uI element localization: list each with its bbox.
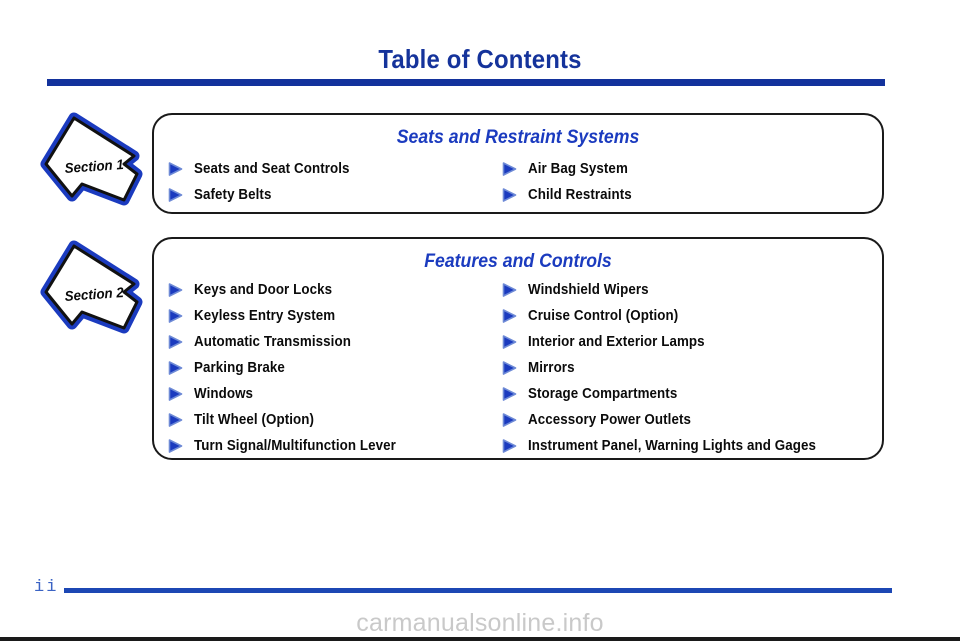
triangle-right-icon	[168, 439, 183, 453]
toc-item[interactable]: Accessory Power Outlets	[502, 407, 874, 433]
toc-item-label: Turn Signal/Multifunction Lever	[194, 438, 396, 454]
toc-item-label: Keyless Entry System	[194, 308, 336, 324]
toc-item[interactable]: Interior and Exterior Lamps	[502, 329, 874, 355]
section-2-right-column: Windshield Wipers Cruise Control (Option…	[474, 277, 874, 459]
section-1-left-column: Seats and Seat Controls Safety Belts	[154, 156, 474, 208]
section-2-title: Features and Controls	[424, 251, 612, 272]
toc-item-label: Mirrors	[528, 360, 575, 376]
triangle-right-icon	[168, 413, 183, 427]
toc-item[interactable]: Windows	[168, 381, 474, 407]
toc-item-label: Interior and Exterior Lamps	[528, 334, 705, 350]
toc-item-label: Safety Belts	[194, 187, 272, 203]
arrow-banner-icon	[40, 240, 143, 334]
page-number: ii	[34, 578, 59, 597]
toc-item[interactable]: Child Restraints	[502, 182, 874, 208]
section-1-box: Seats and Restraint Systems Seats and Se…	[152, 113, 884, 214]
toc-item[interactable]: Seats and Seat Controls	[168, 156, 474, 182]
toc-item-label: Cruise Control (Option)	[528, 308, 679, 324]
watermark-text: carmanualsonline.info	[356, 609, 604, 637]
toc-item[interactable]: Turn Signal/Multifunction Lever	[168, 433, 474, 459]
toc-item-label: Storage Compartments	[528, 386, 678, 402]
triangle-right-icon	[502, 361, 517, 375]
triangle-right-icon	[502, 162, 517, 176]
toc-item[interactable]: Mirrors	[502, 355, 874, 381]
bottom-bar	[0, 637, 960, 641]
section-1-right-column: Air Bag System Child Restraints	[474, 156, 874, 208]
triangle-right-icon	[502, 439, 517, 453]
toc-item[interactable]: Safety Belts	[168, 182, 474, 208]
toc-item-label: Tilt Wheel (Option)	[194, 412, 315, 428]
section-1-columns: Seats and Seat Controls Safety Belts Air…	[154, 156, 882, 208]
toc-item[interactable]: Windshield Wipers	[502, 277, 874, 303]
arrow-banner-icon	[40, 112, 143, 206]
toc-item-label: Parking Brake	[194, 360, 285, 376]
toc-item[interactable]: Instrument Panel, Warning Lights and Gag…	[502, 433, 874, 459]
triangle-right-icon	[502, 413, 517, 427]
toc-item-label: Accessory Power Outlets	[528, 412, 692, 428]
triangle-right-icon	[168, 387, 183, 401]
triangle-right-icon	[502, 309, 517, 323]
section-1-title: Seats and Restraint Systems	[396, 127, 640, 148]
toc-item-label: Automatic Transmission	[194, 334, 351, 350]
title-divider-rule	[47, 79, 885, 86]
triangle-right-icon	[168, 361, 183, 375]
toc-item[interactable]: Keys and Door Locks	[168, 277, 474, 303]
triangle-right-icon	[502, 188, 517, 202]
toc-item[interactable]: Tilt Wheel (Option)	[168, 407, 474, 433]
section-2-columns: Keys and Door Locks Keyless Entry System…	[154, 277, 882, 459]
page-title: Table of Contents	[378, 44, 582, 74]
toc-item-label: Windows	[194, 386, 254, 402]
toc-item-label: Instrument Panel, Warning Lights and Gag…	[528, 438, 817, 454]
toc-item[interactable]: Air Bag System	[502, 156, 874, 182]
toc-item-label: Seats and Seat Controls	[194, 161, 350, 177]
triangle-right-icon	[168, 309, 183, 323]
toc-item[interactable]: Cruise Control (Option)	[502, 303, 874, 329]
toc-item-label: Windshield Wipers	[528, 282, 649, 298]
triangle-right-icon	[168, 162, 183, 176]
footer-divider-rule	[64, 588, 892, 593]
toc-item[interactable]: Automatic Transmission	[168, 329, 474, 355]
section-2-box: Features and Controls Keys and Door Lock…	[152, 237, 884, 460]
toc-item-label: Child Restraints	[528, 187, 632, 203]
section-2-left-column: Keys and Door Locks Keyless Entry System…	[154, 277, 474, 459]
toc-item[interactable]: Keyless Entry System	[168, 303, 474, 329]
triangle-right-icon	[502, 283, 517, 297]
toc-item[interactable]: Parking Brake	[168, 355, 474, 381]
section-2-badge[interactable]: Section 2	[38, 240, 146, 344]
triangle-right-icon	[168, 188, 183, 202]
triangle-right-icon	[502, 387, 517, 401]
triangle-right-icon	[168, 283, 183, 297]
toc-item-label: Air Bag System	[528, 161, 628, 177]
toc-item[interactable]: Storage Compartments	[502, 381, 874, 407]
triangle-right-icon	[502, 335, 517, 349]
toc-item-label: Keys and Door Locks	[194, 282, 333, 298]
triangle-right-icon	[168, 335, 183, 349]
section-1-badge[interactable]: Section 1	[38, 112, 146, 216]
